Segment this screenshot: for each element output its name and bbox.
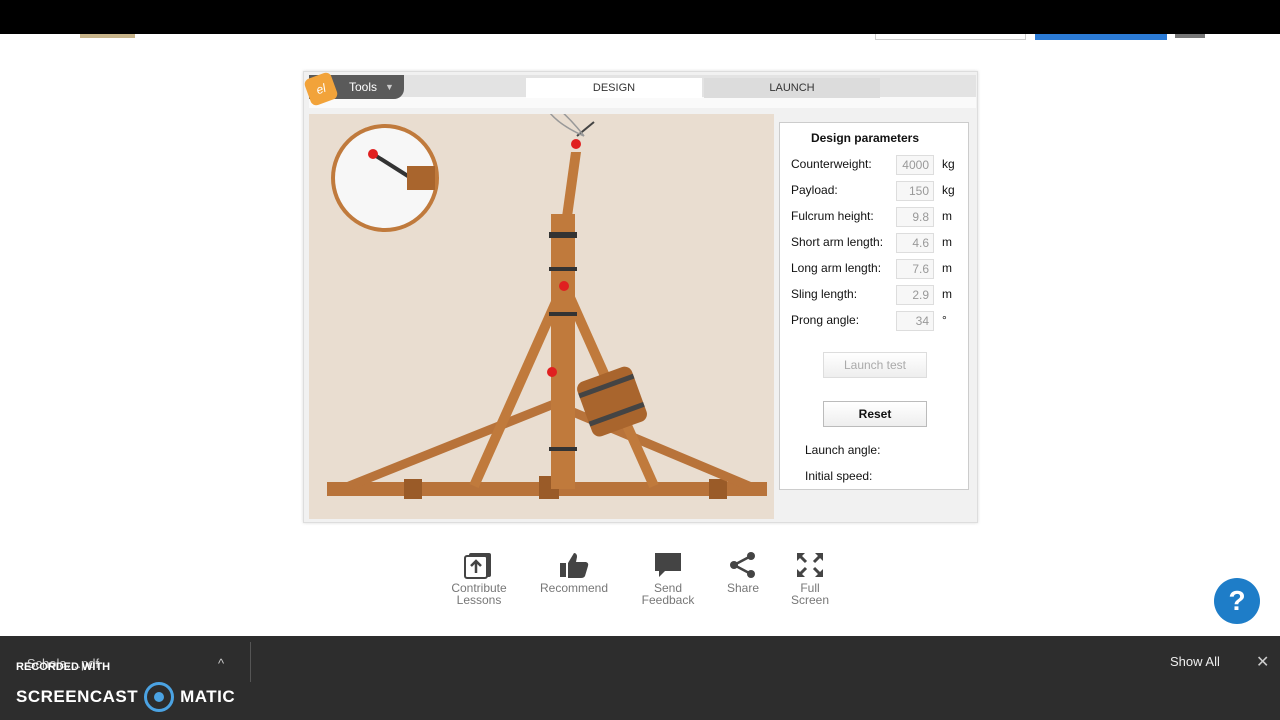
caret-down-icon: ▼ xyxy=(385,82,394,92)
full-screen-button[interactable]: Full Screen xyxy=(775,548,845,606)
tools-label: Tools xyxy=(349,80,378,94)
header-icon[interactable] xyxy=(1175,34,1205,38)
simulation-window: el Tools ▼ DESIGN LAUNCH Design paramete… xyxy=(303,71,978,523)
contribute-lessons-button[interactable]: Contribute Lessons xyxy=(444,548,514,606)
launch-angle-label: Launch angle: xyxy=(805,443,881,457)
param-counterweight: Counterweight: 4000 kg xyxy=(791,155,966,175)
send-feedback-button[interactable]: Send Feedback xyxy=(633,548,703,606)
launch-test-button[interactable]: Launch test xyxy=(823,352,927,378)
marker-arm-tip[interactable] xyxy=(571,139,581,149)
tab-launch[interactable]: LAUNCH xyxy=(704,78,880,98)
param-payload: Payload: 150 kg xyxy=(791,181,966,201)
share-icon xyxy=(708,548,778,582)
tab-design[interactable]: DESIGN xyxy=(526,78,702,98)
share-button[interactable]: Share xyxy=(708,548,778,594)
recommend-button[interactable]: Recommend xyxy=(539,548,609,594)
upload-card-icon xyxy=(444,548,514,582)
param-sling-length: Sling length: 2.9 m xyxy=(791,285,966,305)
sling-length-field[interactable]: 2.9 xyxy=(896,285,934,305)
show-all-button[interactable]: Show All xyxy=(1170,654,1220,669)
panel-title: Design parameters xyxy=(810,131,920,145)
design-parameters-panel: Design parameters Counterweight: 4000 kg… xyxy=(779,122,969,490)
fulcrum-height-field[interactable]: 9.8 xyxy=(896,207,934,227)
expand-icon xyxy=(775,548,845,582)
marker-fulcrum[interactable] xyxy=(559,281,569,291)
tools-menu-button[interactable]: el Tools ▼ xyxy=(303,71,404,107)
param-prong-angle: Prong angle: 34 ° xyxy=(791,311,966,331)
trebuchet-scene[interactable] xyxy=(309,114,774,519)
long-arm-length-field[interactable]: 7.6 xyxy=(896,259,934,279)
top-black-bar xyxy=(0,0,1280,34)
angle-gauge xyxy=(331,124,439,232)
reset-button[interactable]: Reset xyxy=(823,401,927,427)
download-bar: ...Schola....pdf ^ Show All ✕ RECORDED W… xyxy=(0,636,1280,720)
watermark-logo: SCREENCAST MATIC xyxy=(16,682,235,712)
action-bar: Contribute Lessons Recommend Send Feedba… xyxy=(440,548,840,618)
thumbs-up-icon xyxy=(539,548,609,582)
param-fulcrum-height: Fulcrum height: 9.8 m xyxy=(791,207,966,227)
counterweight xyxy=(577,366,647,437)
chevron-up-icon[interactable]: ^ xyxy=(218,656,224,671)
record-icon xyxy=(144,682,175,712)
sling xyxy=(549,114,585,137)
param-long-arm-length: Long arm length: 7.6 m xyxy=(791,259,966,279)
header-search-input[interactable] xyxy=(875,34,1026,40)
close-icon[interactable]: ✕ xyxy=(1256,652,1269,672)
header-button[interactable] xyxy=(1035,34,1167,40)
payload-field[interactable]: 150 xyxy=(896,181,934,201)
param-short-arm-length: Short arm length: 4.6 m xyxy=(791,233,966,253)
site-logo[interactable] xyxy=(80,34,135,38)
speech-bubble-icon xyxy=(633,548,703,582)
counterweight-field[interactable]: 4000 xyxy=(896,155,934,175)
initial-speed-label: Initial speed: xyxy=(805,469,873,483)
trebuchet-drawing xyxy=(327,114,767,499)
throwing-arm xyxy=(561,152,581,224)
short-arm-length-field[interactable]: 4.6 xyxy=(896,233,934,253)
prong-angle-field[interactable]: 34 xyxy=(896,311,934,331)
marker-short-arm[interactable] xyxy=(547,367,557,377)
help-button[interactable]: ? xyxy=(1214,578,1260,624)
watermark-line1: RECORDED WITH xyxy=(16,661,111,673)
